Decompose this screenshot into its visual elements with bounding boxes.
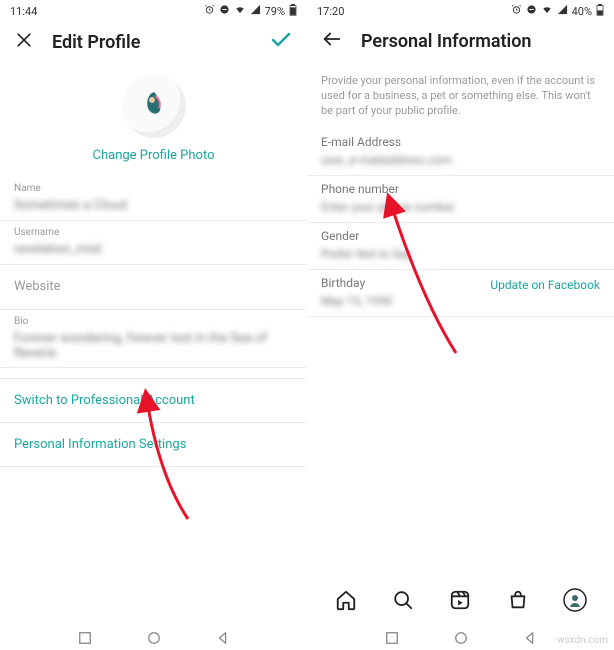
phone-field[interactable]: Phone number Enter your phone number: [307, 176, 614, 223]
switch-professional-link[interactable]: Switch to Professional Account: [0, 378, 307, 423]
phone-value: Enter your phone number: [321, 200, 600, 214]
status-right: 40%: [511, 4, 604, 19]
gender-value: Prefer Not to Say: [321, 247, 600, 261]
edit-profile-screen: 11:44 79%: [0, 0, 307, 650]
alarm-icon: [204, 4, 215, 18]
battery-icon: [289, 4, 297, 19]
back-button[interactable]: [523, 631, 537, 645]
signal-icon: [557, 4, 568, 18]
avatar[interactable]: [122, 74, 186, 138]
page-title: Edit Profile: [52, 32, 140, 53]
website-label: Website: [14, 279, 293, 295]
phone-label: Phone number: [321, 182, 600, 196]
battery-percent: 79%: [265, 5, 285, 18]
profile-fields: Name Sometimes a Cloud Username revelati…: [0, 177, 307, 467]
status-time: 17:20: [317, 5, 344, 18]
personal-info-screen: 17:20 40%: [307, 0, 614, 650]
battery-icon: [596, 4, 604, 19]
system-nav: [0, 626, 307, 650]
birthday-value: May 15, 1990: [321, 294, 392, 308]
birthday-label: Birthday: [321, 276, 392, 290]
home-button[interactable]: [454, 631, 468, 645]
page-title: Personal Information: [361, 31, 531, 52]
username-label: Username: [14, 227, 293, 238]
bio-label: Bio: [14, 316, 293, 327]
username-value: revelation_mist: [14, 242, 293, 258]
username-field[interactable]: Username revelation_mist: [0, 221, 307, 265]
update-facebook-link[interactable]: Update on Facebook: [490, 278, 600, 292]
app-bar: Personal Information: [307, 20, 614, 66]
birthday-field[interactable]: Birthday May 15, 1990 Update on Facebook: [307, 270, 614, 317]
bio-value: Forever wondering, forever lost in the S…: [14, 331, 293, 361]
close-icon[interactable]: [14, 30, 34, 54]
battery-percent: 40%: [572, 5, 592, 18]
name-field[interactable]: Name Sometimes a Cloud: [0, 177, 307, 221]
personal-info-settings-link[interactable]: Personal Information Settings: [0, 423, 307, 467]
gender-label: Gender: [321, 229, 600, 243]
status-time: 11:44: [10, 5, 37, 18]
name-label: Name: [14, 183, 293, 194]
back-icon[interactable]: [321, 28, 343, 54]
gender-field[interactable]: Gender Prefer Not to Say: [307, 223, 614, 270]
nav-home-icon[interactable]: [326, 580, 366, 620]
confirm-icon[interactable]: [269, 28, 293, 56]
dnd-icon: [219, 4, 230, 18]
description-text: Provide your personal information, even …: [307, 66, 614, 129]
nav-search-icon[interactable]: [383, 580, 423, 620]
recent-apps-button[interactable]: [78, 631, 92, 645]
watermark: wsxdn.com: [557, 635, 608, 646]
nav-profile-icon[interactable]: [555, 580, 595, 620]
dnd-icon: [526, 4, 537, 18]
wifi-icon: [541, 4, 553, 18]
email-value: user_e-mailaddress.com: [321, 153, 600, 167]
bottom-nav: [307, 578, 614, 622]
change-photo-link[interactable]: Change Profile Photo: [93, 148, 215, 163]
bio-field[interactable]: Bio Forever wondering, forever lost in t…: [0, 310, 307, 368]
name-value: Sometimes a Cloud: [14, 198, 293, 214]
signal-icon: [250, 4, 261, 18]
email-field[interactable]: E-mail Address user_e-mailaddress.com: [307, 129, 614, 176]
alarm-icon: [511, 4, 522, 18]
status-right: 79%: [204, 4, 297, 19]
recent-apps-button[interactable]: [385, 631, 399, 645]
email-label: E-mail Address: [321, 135, 600, 149]
home-button[interactable]: [147, 631, 161, 645]
nav-shop-icon[interactable]: [498, 580, 538, 620]
app-bar: Edit Profile: [0, 20, 307, 68]
back-button[interactable]: [216, 631, 230, 645]
avatar-section: Change Profile Photo: [0, 74, 307, 163]
status-bar: 17:20 40%: [307, 0, 614, 20]
status-bar: 11:44 79%: [0, 0, 307, 20]
wifi-icon: [234, 4, 246, 18]
website-field[interactable]: Website: [0, 265, 307, 310]
nav-reels-icon[interactable]: [440, 580, 480, 620]
